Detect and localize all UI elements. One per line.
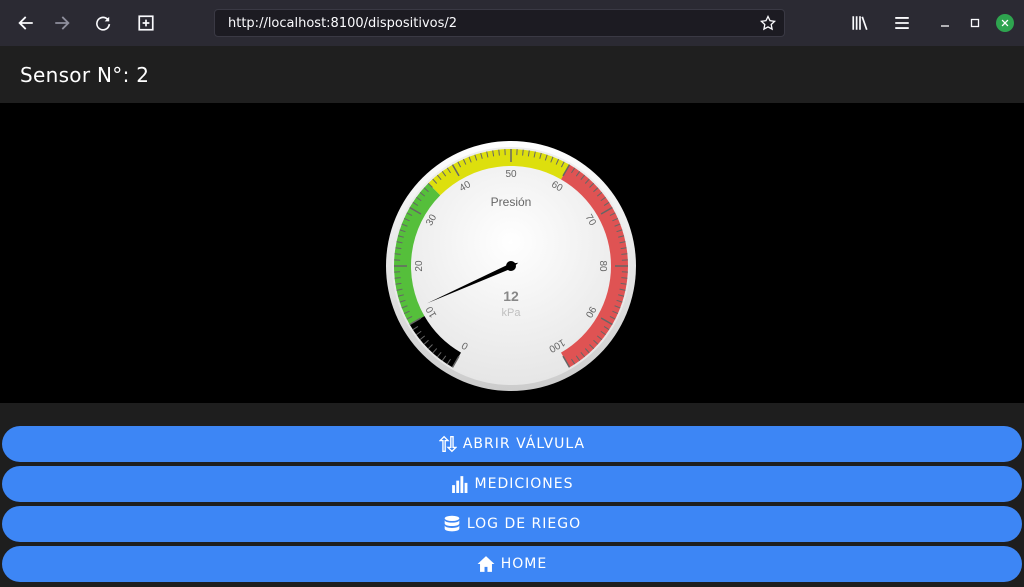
maximize-icon <box>970 18 980 28</box>
home-label: HOME <box>500 556 548 572</box>
swap-vertical-icon <box>438 435 457 453</box>
library-button[interactable] <box>846 9 874 37</box>
gauge-tick-label: 80 <box>597 260 608 272</box>
app-header: Sensor N°: 2 <box>0 46 1024 103</box>
gauge-tick-label: 20 <box>414 260 425 272</box>
menu-button[interactable] <box>888 9 916 37</box>
gauge-minor-tick <box>522 149 524 156</box>
maximize-button[interactable] <box>964 12 986 34</box>
gauge-tick-label: 50 <box>505 169 517 180</box>
minimize-button[interactable] <box>934 12 956 34</box>
forward-button[interactable] <box>48 9 76 37</box>
gauge-title: Presión <box>491 195 532 209</box>
reload-icon <box>96 16 111 31</box>
gauge-panel: 0 10 20 30 40 50 60 70 80 90 100 Presión 12 kPa <box>0 103 1024 403</box>
reload-button[interactable] <box>89 9 117 37</box>
browser-toolbar: http://localhost:8100/dispositivos/2 <box>0 0 1024 46</box>
new-tab-button[interactable] <box>132 9 160 37</box>
gauge-minor-tick <box>621 253 628 255</box>
open-valve-button[interactable]: ABRIR VÁLVULA <box>2 426 1022 462</box>
home-icon <box>477 556 495 572</box>
new-tab-icon <box>138 15 154 31</box>
database-icon <box>444 515 460 532</box>
gauge-value: 12 <box>503 288 519 304</box>
gauge-minor-tick <box>498 149 500 156</box>
gauge-minor-tick <box>621 277 628 279</box>
bar-chart-icon <box>451 476 467 493</box>
gauge-pivot <box>506 261 516 271</box>
irrigation-log-button[interactable]: LOG DE RIEGO <box>2 506 1022 542</box>
gauge-minor-tick <box>394 277 401 279</box>
back-button[interactable] <box>12 9 40 37</box>
url-bar[interactable]: http://localhost:8100/dispositivos/2 <box>214 9 785 37</box>
minimize-icon <box>941 25 949 27</box>
close-icon <box>1001 19 1009 27</box>
actions-panel: ABRIR VÁLVULA MEDICIONES LOG DE RIEGO HO… <box>0 403 1024 587</box>
close-button[interactable] <box>996 14 1014 32</box>
arrow-right-icon <box>55 16 70 30</box>
pressure-gauge: 0102030405060708090100 Presión 12 kPa <box>386 141 636 391</box>
measurements-label: MEDICIONES <box>474 476 574 492</box>
library-icon <box>852 16 868 31</box>
page-title: Sensor N°: 2 <box>20 62 150 87</box>
arrow-left-icon <box>18 16 33 30</box>
star-icon[interactable] <box>760 15 776 31</box>
url-text: http://localhost:8100/dispositivos/2 <box>228 15 458 31</box>
gauge-minor-tick <box>394 253 401 255</box>
measurements-button[interactable]: MEDICIONES <box>2 466 1022 502</box>
open-valve-label: ABRIR VÁLVULA <box>462 436 586 452</box>
irrigation-log-label: LOG DE RIEGO <box>466 516 582 532</box>
hamburger-icon <box>895 17 909 29</box>
gauge-unit: kPa <box>502 307 522 319</box>
home-button[interactable]: HOME <box>2 546 1022 582</box>
